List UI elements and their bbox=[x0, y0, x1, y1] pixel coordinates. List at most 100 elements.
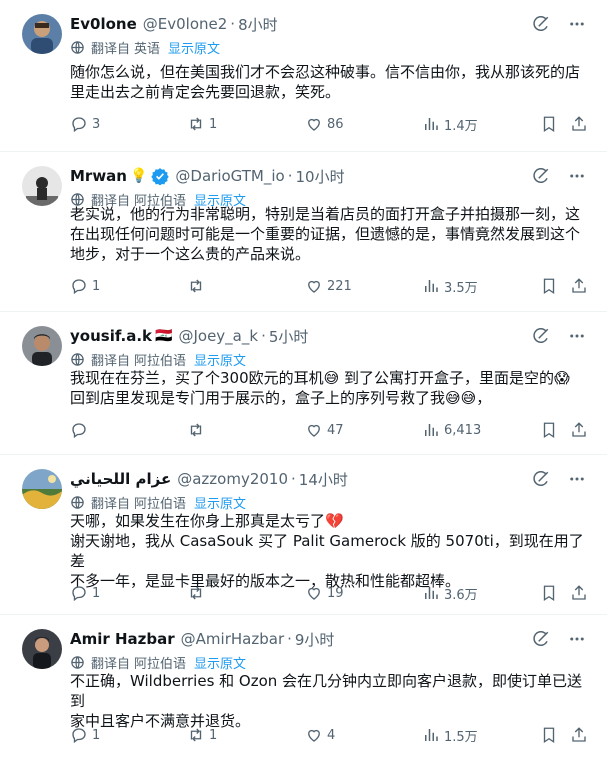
bookmark-icon bbox=[543, 116, 555, 133]
views-button[interactable]: 3.6万 bbox=[422, 584, 478, 603]
reply-tweet[interactable]: عزام اللحياني @azzomy2010 · 14小时 翻译自 阿拉伯… bbox=[0, 455, 607, 615]
share-icon bbox=[572, 422, 586, 437]
views-button[interactable]: 3.5万 bbox=[422, 277, 478, 296]
show-original-link[interactable]: 显示原文 bbox=[194, 493, 246, 512]
share-button[interactable] bbox=[570, 421, 588, 439]
views-icon bbox=[425, 424, 438, 436]
share-button[interactable] bbox=[570, 277, 588, 295]
repost-button[interactable] bbox=[187, 277, 209, 295]
like-button[interactable]: 221 bbox=[305, 277, 352, 295]
share-icon bbox=[572, 116, 586, 131]
author-name[interactable]: عزام اللحياني bbox=[70, 470, 171, 488]
like-button[interactable]: 86 bbox=[305, 115, 344, 133]
tweet-text: 不正确，Wildberries 和 Ozon 会在几分钟内立即向客户退款，即使订… bbox=[70, 671, 588, 731]
more-icon[interactable] bbox=[567, 469, 587, 489]
author-name[interactable]: Ev0lone bbox=[70, 15, 137, 33]
tweet-header: Mrwan 💡 @DarioGTM_io · 10小时 bbox=[70, 166, 345, 186]
tweet-text-line: 随你怎么说，但在美国我们才不会忍这种破事。信不信由你，我从那该死的店 bbox=[70, 63, 581, 81]
avatar[interactable] bbox=[22, 326, 62, 366]
timestamp[interactable]: 5小时 bbox=[269, 326, 309, 347]
author-name[interactable]: Amir Hazbar bbox=[70, 630, 175, 648]
heart-icon bbox=[308, 729, 320, 742]
tweet-text-line: 天哪，如果发生在你身上那真是太亏了💔 bbox=[70, 512, 344, 530]
timestamp[interactable]: 8小时 bbox=[238, 14, 278, 35]
reply-tweet[interactable]: Mrwan 💡 @DarioGTM_io · 10小时 翻译自 阿拉伯语 显示原… bbox=[0, 152, 607, 312]
author-handle[interactable]: @AmirHazbar bbox=[181, 630, 284, 648]
repost-button[interactable] bbox=[187, 421, 209, 439]
separator-dot: · bbox=[291, 470, 296, 488]
grok-icon[interactable] bbox=[531, 469, 551, 489]
repost-button[interactable] bbox=[187, 584, 209, 602]
reply-button[interactable] bbox=[70, 421, 92, 439]
author-handle[interactable]: @azzomy2010 bbox=[177, 470, 288, 488]
reply-button[interactable]: 3 bbox=[70, 115, 100, 133]
view-count: 3.5万 bbox=[444, 280, 478, 296]
tweet-text-line: 老实说，他的行为非常聪明，特别是当着店员的面打开盒子并拍摄那一刻，这 bbox=[70, 205, 581, 223]
tweet-header: عزام اللحياني @azzomy2010 · 14小时 bbox=[70, 469, 348, 489]
views-button[interactable]: 1.4万 bbox=[422, 115, 478, 134]
views-icon bbox=[425, 729, 438, 741]
share-button[interactable] bbox=[570, 115, 588, 133]
action-bar: 1 1 4 1.5万 bbox=[70, 725, 590, 745]
grok-icon[interactable] bbox=[531, 14, 551, 34]
grok-icon[interactable] bbox=[531, 629, 551, 649]
show-original-link[interactable]: 显示原文 bbox=[194, 350, 246, 369]
tweet-header: Ev0lone @Ev0lone2 · 8小时 bbox=[70, 14, 278, 34]
timestamp[interactable]: 14小时 bbox=[299, 469, 348, 490]
source-language: 阿拉伯语 bbox=[134, 354, 187, 369]
timestamp[interactable]: 10小时 bbox=[296, 166, 345, 187]
globe-icon bbox=[71, 496, 84, 509]
bookmark-button[interactable] bbox=[540, 277, 558, 295]
reply-button[interactable]: 1 bbox=[70, 726, 100, 744]
share-button[interactable] bbox=[570, 584, 588, 602]
grok-icon[interactable] bbox=[531, 166, 551, 186]
reply-button[interactable]: 1 bbox=[70, 277, 100, 295]
heart-icon bbox=[308, 424, 320, 437]
repost-count: 1 bbox=[209, 116, 218, 132]
like-button[interactable]: 4 bbox=[305, 726, 335, 744]
translation-bar: 翻译自 阿拉伯语 显示原文 bbox=[70, 493, 246, 512]
separator-dot: · bbox=[230, 15, 236, 33]
show-original-link[interactable]: 显示原文 bbox=[194, 653, 246, 672]
reply-button[interactable]: 1 bbox=[70, 584, 100, 602]
more-icon[interactable] bbox=[567, 166, 587, 186]
bookmark-button[interactable] bbox=[540, 726, 558, 744]
reply-tweet[interactable]: Ev0lone @Ev0lone2 · 8小时 翻译自 英语 显示原文 随你怎么… bbox=[0, 0, 607, 152]
more-icon[interactable] bbox=[567, 629, 587, 649]
reply-icon bbox=[72, 728, 86, 744]
views-icon bbox=[425, 280, 438, 292]
author-handle[interactable]: @Ev0lone2 bbox=[143, 15, 228, 33]
more-icon[interactable] bbox=[567, 326, 587, 346]
author-handle[interactable]: @DarioGTM_io bbox=[175, 167, 284, 185]
bookmark-button[interactable] bbox=[540, 584, 558, 602]
reply-tweet[interactable]: Amir Hazbar @AmirHazbar · 9小时 翻译自 阿拉伯语 显… bbox=[0, 615, 607, 770]
timestamp[interactable]: 9小时 bbox=[295, 629, 335, 650]
verified-badge-icon[interactable] bbox=[151, 167, 170, 185]
repost-button[interactable]: 1 bbox=[187, 115, 217, 133]
avatar[interactable] bbox=[22, 14, 62, 54]
author-handle[interactable]: @Joey_a_k bbox=[178, 327, 258, 345]
translated-from-label: 翻译自 bbox=[91, 657, 131, 672]
repost-button[interactable]: 1 bbox=[187, 726, 217, 744]
like-button[interactable]: 47 bbox=[305, 421, 344, 439]
views-button[interactable]: 6,413 bbox=[422, 421, 481, 439]
avatar[interactable] bbox=[22, 629, 62, 669]
reply-tweet[interactable]: yousif.a.k 🇮🇶 @Joey_a_k · 5小时 翻译自 阿拉伯语 显… bbox=[0, 312, 607, 455]
like-button[interactable]: 19 bbox=[305, 584, 344, 602]
like-count: 86 bbox=[327, 116, 344, 132]
avatar[interactable] bbox=[22, 469, 62, 509]
globe-icon bbox=[71, 41, 84, 54]
share-button[interactable] bbox=[570, 726, 588, 744]
views-button[interactable]: 1.5万 bbox=[422, 726, 478, 745]
grok-icon[interactable] bbox=[531, 326, 551, 346]
bookmark-button[interactable] bbox=[540, 115, 558, 133]
reply-count: 3 bbox=[92, 116, 101, 132]
author-name[interactable]: Mrwan bbox=[70, 167, 127, 185]
more-icon[interactable] bbox=[567, 14, 587, 34]
tweet-header: yousif.a.k 🇮🇶 @Joey_a_k · 5小时 bbox=[70, 326, 308, 346]
author-name[interactable]: yousif.a.k bbox=[70, 327, 152, 345]
source-language: 英语 bbox=[134, 42, 161, 57]
bookmark-button[interactable] bbox=[540, 421, 558, 439]
avatar[interactable] bbox=[22, 166, 62, 206]
show-original-link[interactable]: 显示原文 bbox=[168, 38, 220, 57]
